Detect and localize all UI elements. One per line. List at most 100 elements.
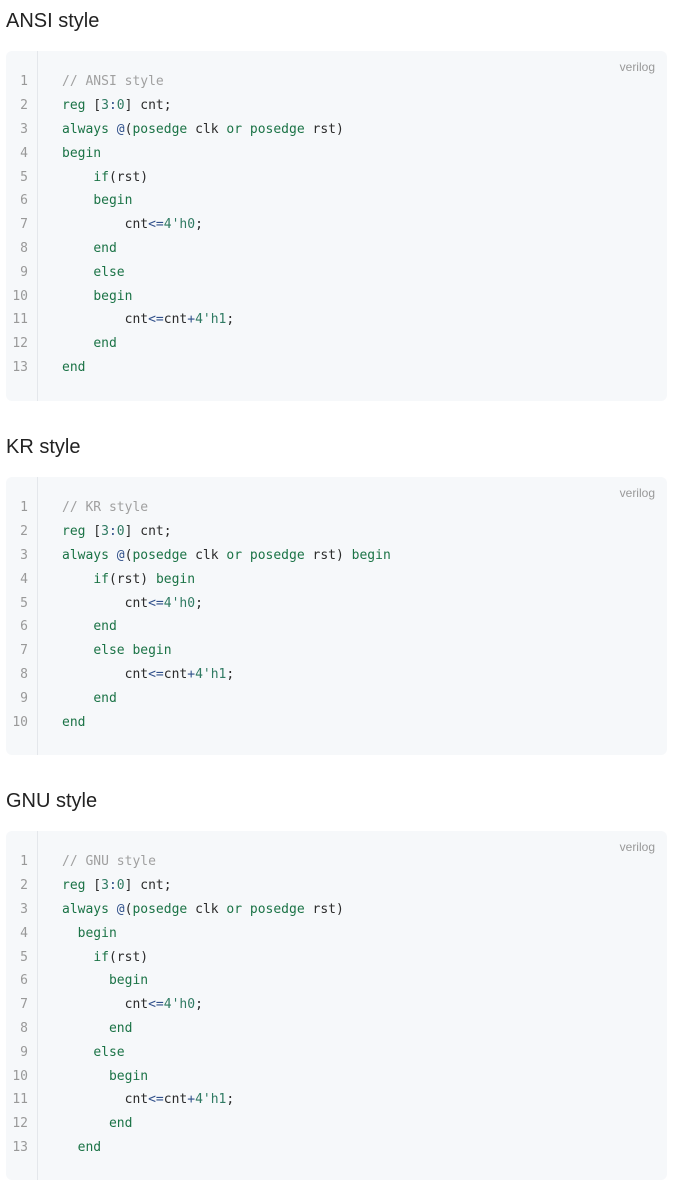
code-token: posedge — [132, 547, 188, 563]
code-token: rst) — [304, 901, 344, 917]
code-token: cnt — [62, 997, 149, 1013]
code-line: 1 // GNU style — [6, 850, 667, 874]
code-token: end — [108, 1116, 133, 1132]
line-number: 8 — [20, 1020, 28, 1036]
code-token: ] cnt; — [124, 524, 172, 540]
code-text: // GNU style — [62, 854, 156, 869]
line-number: 4 — [20, 571, 28, 587]
line-number: 3 — [20, 901, 28, 917]
line-number: 11 — [12, 1092, 28, 1108]
line-number: 6 — [20, 619, 28, 635]
code-token: ; — [195, 217, 203, 233]
line-number: 6 — [20, 973, 28, 989]
code-line: 3 always @(posedge clk or posedge rst) — [6, 898, 667, 922]
line-number: 5 — [20, 169, 28, 185]
code-token: cnt — [62, 595, 149, 611]
line-number: 13 — [12, 359, 28, 375]
line-number: 8 — [20, 666, 28, 682]
code-token: cnt — [163, 1092, 188, 1108]
code-token: 3 — [101, 98, 109, 114]
code-text: end — [62, 241, 116, 256]
code-token: always — [62, 121, 109, 137]
code-token: end — [93, 690, 117, 706]
code-token: cnt — [62, 217, 149, 233]
code-line: 7 else begin — [6, 639, 667, 663]
code-line: 7 cnt<=4'h0; — [6, 993, 667, 1017]
code-line: 10 begin — [6, 284, 667, 308]
code-token: posedge — [249, 901, 305, 917]
code-token: [ — [85, 878, 102, 894]
code-line: 8 end — [6, 237, 667, 261]
code-text: else — [62, 1045, 124, 1060]
code-token: : — [108, 878, 117, 894]
code-line: 2 reg [3:0] cnt; — [6, 520, 667, 544]
code-token: reg — [62, 878, 86, 894]
code-token: (rst) — [108, 949, 149, 965]
code-token: if — [93, 949, 109, 965]
code-token: else — [93, 264, 125, 280]
code-token: or — [226, 901, 243, 917]
code-token: cnt — [163, 312, 188, 328]
code-text: if(rst) — [62, 950, 148, 965]
code-line: 2 reg [3:0] cnt; — [6, 94, 667, 118]
code-text: // KR style — [62, 500, 148, 515]
code-token: end — [62, 359, 86, 375]
code-text: begin — [62, 289, 132, 304]
code-line: 6 end — [6, 615, 667, 639]
line-number: 2 — [20, 524, 28, 540]
code-token: if — [93, 571, 109, 587]
line-number: 3 — [20, 121, 28, 137]
code-text: begin — [62, 193, 132, 208]
code-token: else — [93, 643, 125, 659]
code-token: @ — [116, 901, 125, 917]
code-token: begin — [93, 193, 133, 209]
code-token: 3 — [101, 524, 109, 540]
code-line: 7 cnt<=4'h0; — [6, 213, 667, 237]
code-token: posedge — [132, 901, 188, 917]
line-number: 10 — [12, 714, 28, 730]
code-token: [ — [85, 524, 102, 540]
code-token: 4'h1 — [195, 666, 227, 682]
line-number: 5 — [20, 595, 28, 611]
code-text: cnt<=4'h0; — [62, 997, 203, 1012]
code-token: always — [62, 547, 109, 563]
code-line: 5 if(rst) — [6, 165, 667, 189]
code-token: 4'h0 — [163, 217, 196, 233]
code-line: 4 if(rst) begin — [6, 567, 667, 591]
code-text: begin — [62, 146, 101, 161]
code-text: begin — [62, 973, 148, 988]
code-token: ; — [226, 666, 235, 682]
code-token: (rst) — [108, 169, 149, 185]
code-line: 13 end — [6, 1136, 667, 1160]
code-line: 5 if(rst) — [6, 945, 667, 969]
code-token: <= — [148, 997, 164, 1013]
code-token: cnt — [163, 666, 188, 682]
section-title-gnu: GNU style — [6, 790, 98, 812]
code-token: clk — [187, 547, 227, 563]
code-token: cnt — [62, 666, 149, 682]
code-line: 5 cnt<=4'h0; — [6, 591, 667, 615]
code-token: 4'h0 — [163, 997, 196, 1013]
code-token: // ANSI style — [62, 74, 164, 90]
code-token: 0 — [116, 98, 125, 114]
code-line: 9 else — [6, 260, 667, 284]
code-token: 0 — [116, 878, 125, 894]
code-token: // GNU style — [62, 854, 156, 870]
code-block-gnu: verilog 1// GNU style 2 reg [3:0] cnt; 3 alw… — [6, 831, 667, 1180]
line-number: 9 — [20, 1044, 28, 1060]
code-token: posedge — [132, 121, 188, 137]
code-token: begin — [155, 571, 196, 587]
line-number: 1 — [20, 854, 28, 870]
